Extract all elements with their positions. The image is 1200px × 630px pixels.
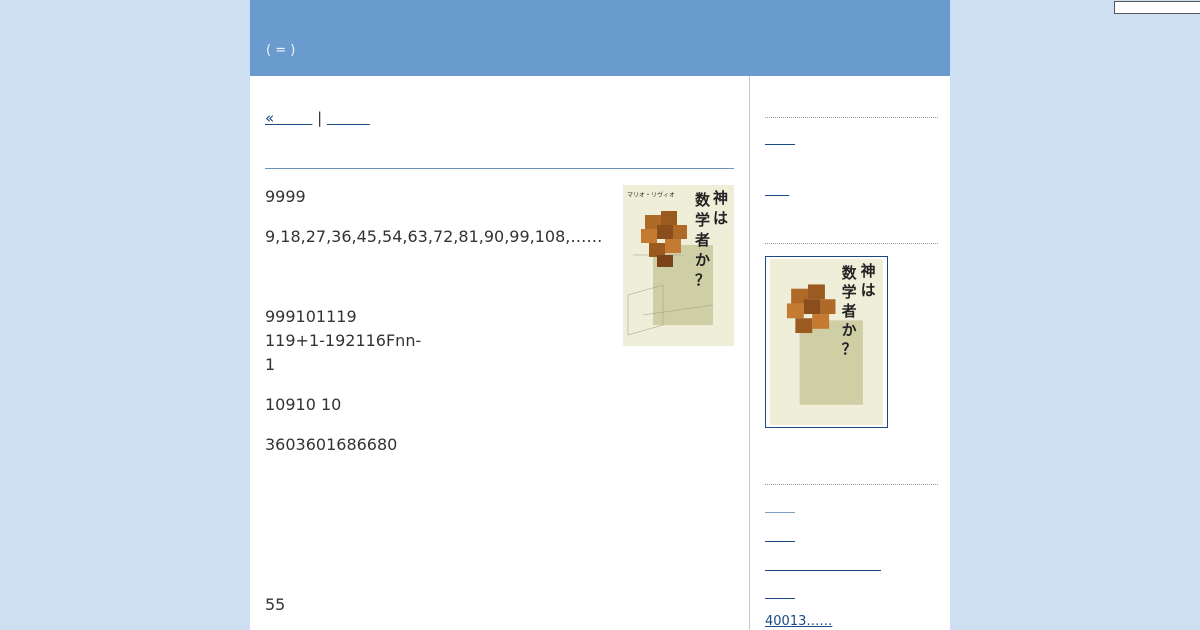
svg-text:者: 者: [695, 231, 710, 249]
sidebar-section-title-1: [765, 94, 938, 118]
paragraph-2: 9,18,27,36,45,54,63,72,81,90,99,108,……: [265, 227, 603, 246]
main-content: « | 神 は 数 学 者 か ？ マリオ・リヴィオ 9999 9,18,27,…: [250, 76, 750, 630]
svg-text:？: ？: [842, 341, 857, 358]
svg-text:学: 学: [695, 211, 710, 229]
svg-text:神: 神: [713, 189, 728, 207]
paragraph-3-line-3: 1: [265, 355, 276, 374]
prev-entry-link[interactable]: «: [265, 109, 312, 127]
sidebar-book-cover-image: 神 は 数 学 者 か ？: [770, 259, 883, 425]
svg-text:学: 学: [842, 283, 857, 301]
sidebar-section-title-3: [765, 461, 938, 485]
sidebar-link-2[interactable]: [765, 195, 789, 196]
sidebar-link-7[interactable]: 40013……: [765, 614, 832, 629]
page: ( = ) « | 神 は 数 学 者 か ？ マリオ・リヴィオ 9999 9,…: [250, 0, 950, 630]
entry-divider: [265, 168, 734, 169]
svg-text:者: 者: [842, 302, 857, 320]
paragraph-4: 10910 10: [265, 395, 342, 414]
header: ( = ): [250, 0, 950, 76]
sidebar: 神 は 数 学 者 か ？ 40013……: [750, 76, 950, 630]
search-box[interactable]: [1114, 1, 1200, 14]
svg-text:は: は: [861, 282, 876, 299]
sidebar-book-thumbnail[interactable]: 神 は 数 学 者 か ？: [765, 256, 888, 428]
sidebar-link-6[interactable]: [765, 598, 795, 599]
book-cover-image[interactable]: 神 は 数 学 者 か ？ マリオ・リヴィオ: [623, 185, 734, 346]
svg-text:数: 数: [842, 264, 857, 282]
sidebar-link-5[interactable]: [765, 570, 881, 571]
sidebar-link-4[interactable]: [765, 541, 795, 542]
svg-text:マリオ・リヴィオ: マリオ・リヴィオ: [627, 191, 675, 199]
sidebar-link-3[interactable]: [765, 512, 795, 513]
paragraph-5: 3603601686680: [265, 435, 398, 454]
paragraph-1: 9999: [265, 187, 306, 206]
svg-text:は: は: [713, 209, 728, 227]
paragraph-3-line-2: 119+1-192116Fnn-: [265, 331, 422, 350]
header-subtitle: ( = ): [266, 43, 296, 58]
svg-text:か: か: [842, 322, 857, 339]
paragraph-3-line-1: 999101119: [265, 307, 357, 326]
svg-text:？: ？: [695, 271, 710, 289]
svg-text:か: か: [695, 251, 710, 269]
main-page-link[interactable]: [327, 109, 370, 127]
nav-separator: |: [317, 109, 323, 127]
sidebar-section-title-2: [765, 220, 938, 244]
sidebar-link-1[interactable]: [765, 144, 795, 145]
svg-text:神: 神: [861, 262, 876, 280]
svg-text:数: 数: [695, 191, 711, 209]
entry-nav: « |: [265, 109, 370, 127]
paragraph-6: 55: [265, 595, 286, 614]
